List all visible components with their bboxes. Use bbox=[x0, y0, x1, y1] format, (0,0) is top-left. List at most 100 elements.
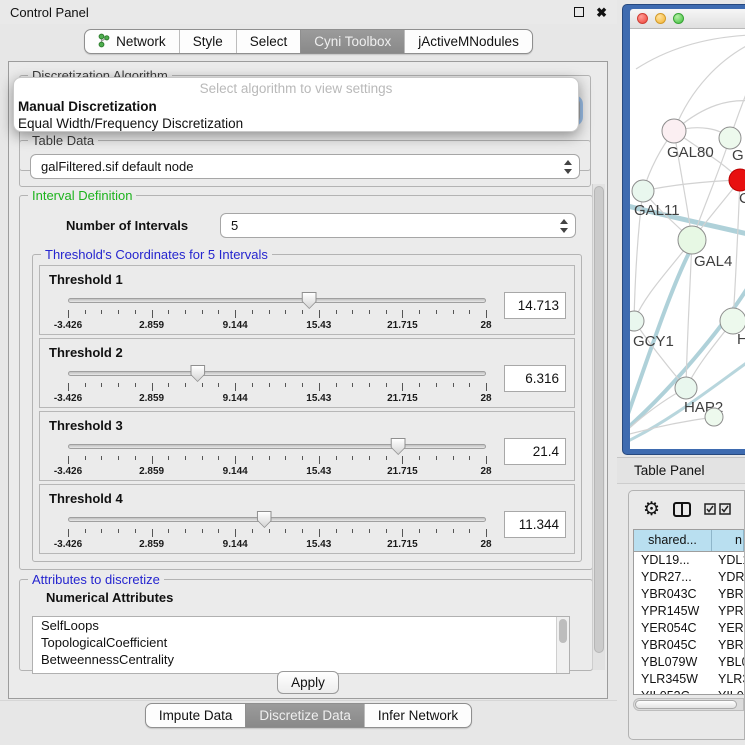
cell-name: YPR1 bbox=[712, 603, 744, 620]
threshold-4-slider-thumb[interactable] bbox=[257, 511, 272, 528]
cell-shared-name: YIL053C bbox=[634, 688, 712, 695]
axis-tick-label: -3.426 bbox=[54, 466, 82, 477]
slider-ticks bbox=[68, 456, 486, 465]
cell-name: YDR2 bbox=[712, 569, 744, 586]
gear-icon[interactable]: ⚙ bbox=[643, 500, 660, 519]
tab-select[interactable]: Select bbox=[236, 30, 301, 53]
network-canvas[interactable]: GAL80GCGAL11GAL4GCY1HHAP2 bbox=[630, 29, 745, 449]
network-node-hap2[interactable] bbox=[675, 377, 697, 399]
threshold-4-row: Threshold 4 -3.4262.8599.14415.4321.71528… bbox=[39, 484, 575, 554]
footer-divider bbox=[0, 700, 617, 701]
slider-axis-labels: -3.4262.8599.14415.4321.71528 bbox=[68, 539, 486, 551]
threshold-2-slider[interactable]: -3.4262.8599.14415.4321.71528 bbox=[68, 363, 486, 407]
network-node-gal80[interactable] bbox=[662, 119, 686, 143]
table-data-group: Table Data galFiltered.sif default node bbox=[19, 140, 591, 187]
axis-tick-label: -3.426 bbox=[54, 320, 82, 331]
close-icon[interactable]: ✖ bbox=[596, 6, 607, 19]
threshold-3-value-field[interactable]: 21.4 bbox=[504, 438, 566, 465]
tab-label: Network bbox=[116, 34, 166, 49]
axis-tick-label: 21.715 bbox=[387, 466, 418, 477]
apply-button[interactable]: Apply bbox=[277, 671, 339, 694]
node-label-h: H bbox=[737, 331, 745, 348]
threshold-3-slider[interactable]: -3.4262.8599.14415.4321.71528 bbox=[68, 436, 486, 480]
mac-zoom-icon[interactable] bbox=[673, 13, 684, 24]
network-node-gal4[interactable] bbox=[678, 226, 706, 254]
algorithm-option-equal-width[interactable]: Equal Width/Frequency Discretization bbox=[14, 116, 578, 133]
tab-network[interactable]: Network bbox=[85, 30, 179, 53]
table-row[interactable]: YDR27...YDR2 bbox=[634, 569, 744, 586]
table-row[interactable]: YDL19...YDL1 bbox=[634, 552, 744, 569]
threshold-4-value-field[interactable]: 11.344 bbox=[504, 511, 566, 538]
table-horizontal-scrollbar[interactable] bbox=[633, 698, 744, 711]
attribute-items: SelfLoopsTopologicalCoefficientBetweenne… bbox=[33, 617, 569, 668]
slider-track bbox=[68, 444, 486, 449]
axis-tick-label: 2.859 bbox=[139, 539, 164, 550]
settings-vertical-scrollbar[interactable] bbox=[592, 184, 605, 670]
mac-close-icon[interactable] bbox=[637, 13, 648, 24]
table-row[interactable]: YIL053CYIL0 bbox=[634, 688, 744, 695]
table-row[interactable]: YPR145WYPR1 bbox=[634, 603, 744, 620]
threshold-4-label: Threshold 4 bbox=[49, 491, 123, 506]
attributes-scrollbar[interactable] bbox=[556, 617, 569, 673]
thresholds-group: Threshold's Coordinates for 5 Intervals … bbox=[32, 254, 582, 562]
screen: Control Panel ✖ NetworkStyleSelectCyni T… bbox=[0, 0, 745, 745]
network-window-titlebar bbox=[630, 9, 745, 29]
threshold-2-label: Threshold 2 bbox=[49, 345, 123, 360]
table-row[interactable]: YBR045CYBR0 bbox=[634, 637, 744, 654]
table-row[interactable]: YBR043CYBR0 bbox=[634, 586, 744, 603]
table-panel: ⚙ shared... n YDL19...YDL1YDR27...YDR2YB… bbox=[628, 490, 745, 740]
axis-tick-label: 9.144 bbox=[223, 320, 248, 331]
tab-cyni-toolbox[interactable]: Cyni Toolbox bbox=[300, 30, 404, 53]
attribute-item-selfloops[interactable]: SelfLoops bbox=[33, 617, 569, 634]
tab-impute-data[interactable]: Impute Data bbox=[146, 704, 246, 727]
cell-shared-name: YPR145W bbox=[634, 603, 712, 620]
tab-infer-network[interactable]: Infer Network bbox=[364, 704, 471, 727]
tab-label: Select bbox=[250, 34, 288, 49]
tab-discretize-data[interactable]: Discretize Data bbox=[245, 704, 364, 727]
slider-ticks bbox=[68, 383, 486, 392]
axis-tick-label: 15.43 bbox=[306, 466, 331, 477]
float-window-icon[interactable] bbox=[574, 7, 584, 17]
network-node-gal11[interactable] bbox=[632, 180, 654, 202]
select-columns-icons[interactable] bbox=[704, 503, 731, 515]
column-header-shared[interactable]: shared... bbox=[634, 530, 712, 551]
network-node[interactable] bbox=[705, 408, 723, 426]
tab-jactivemnodules[interactable]: jActiveMNodules bbox=[404, 30, 532, 53]
table-row[interactable]: YLR345WYLR3 bbox=[634, 671, 744, 688]
slider-ticks bbox=[68, 310, 486, 319]
network-node-g[interactable] bbox=[719, 127, 741, 149]
table-row[interactable]: YER054CYER0 bbox=[634, 620, 744, 637]
threshold-2-value-field[interactable]: 6.316 bbox=[504, 365, 566, 392]
network-node-gcy1[interactable] bbox=[630, 311, 644, 331]
cell-name: YBL0 bbox=[712, 654, 744, 671]
checkbox-icon bbox=[704, 503, 716, 515]
threshold-3-slider-thumb[interactable] bbox=[391, 438, 406, 455]
network-nodes: GAL80GCGAL11GAL4GCY1HHAP2 bbox=[630, 119, 745, 426]
table-toolbar: ⚙ bbox=[629, 491, 744, 527]
threshold-1-slider[interactable]: -3.4262.8599.14415.4321.71528 bbox=[68, 290, 486, 334]
tab-label: Impute Data bbox=[159, 708, 233, 723]
axis-tick-label: 15.43 bbox=[306, 320, 331, 331]
cell-name: YDL1 bbox=[712, 552, 744, 569]
number-of-intervals-combobox[interactable]: 5 bbox=[220, 213, 576, 238]
numerical-attributes-list[interactable]: SelfLoopsTopologicalCoefficientBetweenne… bbox=[32, 616, 570, 674]
column-header-name[interactable]: n bbox=[712, 530, 744, 551]
tab-style[interactable]: Style bbox=[179, 30, 236, 53]
axis-tick-label: -3.426 bbox=[54, 539, 82, 550]
algorithm-placeholder-option[interactable]: Select algorithm to view settings bbox=[14, 81, 578, 99]
table-row[interactable]: YBL079WYBL0 bbox=[634, 654, 744, 671]
threshold-1-value-field[interactable]: 14.713 bbox=[504, 292, 566, 319]
table-data-combobox[interactable]: galFiltered.sif default node bbox=[30, 154, 580, 179]
threshold-1-slider-thumb[interactable] bbox=[302, 292, 317, 309]
algorithm-option-manual[interactable]: Manual Discretization bbox=[14, 99, 578, 116]
threshold-2-slider-thumb[interactable] bbox=[190, 365, 205, 382]
attribute-item-betweennesscentrality[interactable]: BetweennessCentrality bbox=[33, 651, 569, 668]
axis-tick-label: 21.715 bbox=[387, 320, 418, 331]
bottom-tabs-segmented: Impute Data Discretize DataInfer Network bbox=[145, 703, 472, 728]
bottom-tab-bar: Impute Data Discretize DataInfer Network bbox=[0, 703, 617, 728]
axis-tick-label: 21.715 bbox=[387, 393, 418, 404]
column-layout-icon[interactable] bbox=[673, 502, 691, 517]
threshold-4-slider[interactable]: -3.4262.8599.14415.4321.71528 bbox=[68, 509, 486, 553]
mac-minimize-icon[interactable] bbox=[655, 13, 666, 24]
attribute-item-topologicalcoefficient[interactable]: TopologicalCoefficient bbox=[33, 634, 569, 651]
